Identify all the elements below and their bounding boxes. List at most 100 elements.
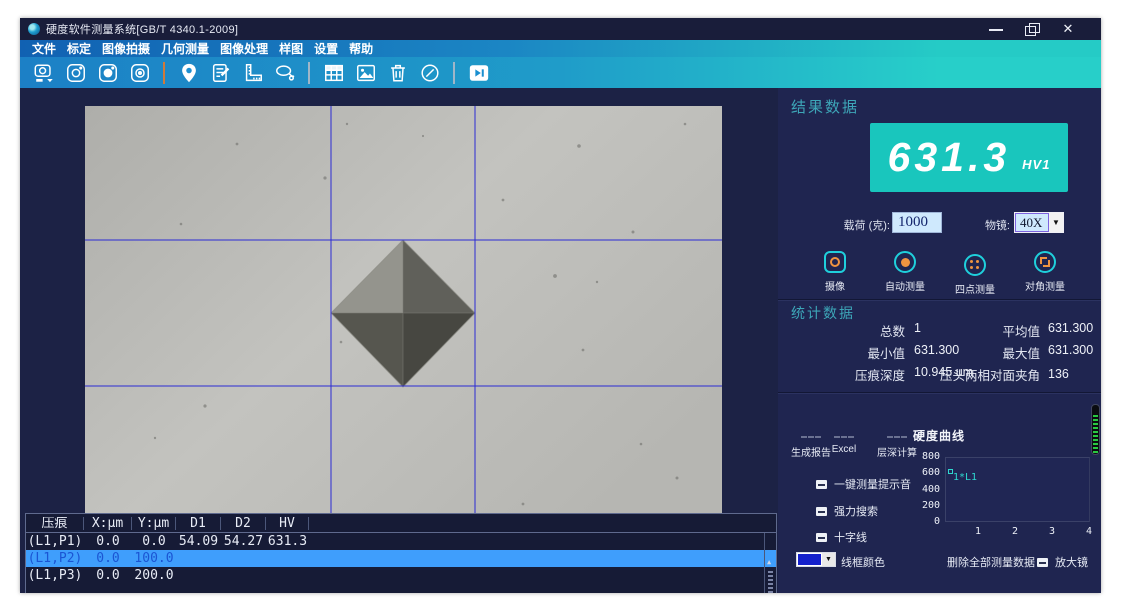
auto-measure-icon <box>894 251 916 273</box>
toolbar-separator <box>453 62 455 84</box>
measure-beep-checkbox[interactable]: 一键测量提示音 <box>816 476 911 492</box>
level-meter-slider[interactable] <box>1091 404 1100 455</box>
table-row[interactable]: (L1,P3) 0.0 200.0 <box>26 567 776 584</box>
app-window: 硬度软件测量系统[GB/T 4340.1-2009] ✕ 文件 标定 图像拍摄 … <box>20 18 1101 593</box>
toolbar-separator <box>163 62 165 84</box>
right-panel: 结果数据 631.3 HV1 载荷 (克): 物镜: 40X ▼ 摄像 自动测量… <box>778 88 1101 593</box>
auto-measure-button[interactable]: 自动测量 <box>870 250 940 293</box>
objective-select[interactable]: 40X ▼ <box>1014 212 1064 233</box>
x-tick: 4 <box>1086 526 1092 537</box>
table-row-selected[interactable]: (L1,P2) 0.0 100.0 <box>26 550 776 567</box>
stat-label: 最大值 <box>960 343 1040 362</box>
delete-all-data-button[interactable]: 删除全部测量数据 <box>947 554 1035 570</box>
checkbox-icon <box>816 507 827 516</box>
app-logo-icon <box>28 23 40 35</box>
menu-calibration[interactable]: 标定 <box>67 40 91 57</box>
hardness-result-display: 631.3 HV1 <box>870 123 1068 192</box>
result-section-title: 结果数据 <box>791 96 859 117</box>
crosshair-checkbox[interactable]: 十字线 <box>816 529 867 545</box>
lasso-select-icon[interactable] <box>271 60 298 86</box>
checkbox-icon <box>816 480 827 489</box>
col-header-d2: D2 <box>221 517 266 530</box>
four-point-measure-button[interactable]: 四点测量 <box>940 250 1010 296</box>
menu-sample[interactable]: 样图 <box>279 40 303 57</box>
section-divider <box>778 392 1101 394</box>
y-tick: 400 <box>912 484 940 495</box>
stat-value: 136 <box>1048 367 1069 381</box>
stat-value: 631.300 <box>1048 321 1093 335</box>
stat-label: 压头两相对面夹角 <box>930 365 1040 384</box>
record-off-icon[interactable] <box>416 60 443 86</box>
locate-point-icon[interactable] <box>175 60 202 86</box>
microscope-image[interactable] <box>85 106 722 528</box>
scrollbar-thumb[interactable] <box>768 571 773 593</box>
menu-file[interactable]: 文件 <box>32 40 56 57</box>
close-button[interactable]: ✕ <box>1061 23 1075 35</box>
capture-eye-icon[interactable] <box>126 60 153 86</box>
chevron-down-icon[interactable]: ▼ <box>1049 213 1063 232</box>
menu-image-processing[interactable]: 图像处理 <box>220 40 268 57</box>
menu-bar: 文件 标定 图像拍摄 几何测量 图像处理 样图 设置 帮助 <box>20 40 1101 57</box>
measure-ruler-icon[interactable] <box>239 60 266 86</box>
y-tick: 600 <box>912 467 940 478</box>
stat-label: 平均值 <box>960 321 1040 340</box>
data-table-icon[interactable] <box>320 60 347 86</box>
capture-target-icon[interactable] <box>94 60 121 86</box>
stat-label: 最小值 <box>825 343 905 362</box>
x-tick: 2 <box>1012 526 1018 537</box>
menu-help[interactable]: 帮助 <box>349 40 373 57</box>
stat-label: 压痕深度 <box>795 365 905 384</box>
window-title: 硬度软件测量系统[GB/T 4340.1-2009] <box>46 21 238 37</box>
line-color-select[interactable]: ▼ <box>796 552 836 567</box>
y-tick: 0 <box>912 516 940 527</box>
toolbar <box>20 57 1101 88</box>
col-header-d1: D1 <box>176 517 221 530</box>
toolbar-separator <box>308 62 310 84</box>
minimize-button[interactable] <box>989 23 1003 35</box>
table-row[interactable]: (L1,P1) 0.0 0.0 54.09 54.27 631.3 <box>26 533 776 550</box>
menu-geometry-measure[interactable]: 几何测量 <box>161 40 209 57</box>
delete-trash-icon[interactable] <box>384 60 411 86</box>
load-input[interactable] <box>892 212 942 233</box>
x-tick: 1 <box>975 526 981 537</box>
stats-section-title: 统计数据 <box>791 303 855 323</box>
col-header-x: X:μm <box>84 517 132 530</box>
diagonal-measure-button[interactable]: 对角测量 <box>1010 250 1080 293</box>
level-meter-fill <box>1093 415 1098 453</box>
maximize-button[interactable] <box>1025 23 1039 35</box>
table-header-row: 压痕 X:μm Y:μm D1 D2 HV <box>26 514 776 533</box>
measurement-table: 压痕 X:μm Y:μm D1 D2 HV (L1,P1) 0.0 0.0 54… <box>25 513 777 593</box>
col-header-y: Y:μm <box>132 517 176 530</box>
line-color-label: 线框颜色 <box>841 554 885 570</box>
data-point-label: 1*L1 <box>953 472 977 483</box>
chart-title: 硬度曲线 <box>913 427 965 444</box>
title-bar: 硬度软件测量系统[GB/T 4340.1-2009] ✕ <box>20 18 1101 40</box>
camera-source-icon[interactable] <box>30 60 57 86</box>
hardness-curve-plot: 1*L1 <box>945 457 1090 522</box>
menu-settings[interactable]: 设置 <box>314 40 338 57</box>
hardness-unit: HV1 <box>1022 157 1050 172</box>
edit-note-icon[interactable] <box>207 60 234 86</box>
table-scrollbar[interactable]: ▲ <box>764 533 776 593</box>
stat-label: 总数 <box>825 321 905 340</box>
section-divider <box>778 299 1101 301</box>
hardness-value: 631.3 <box>888 134 1011 181</box>
chevron-down-icon[interactable]: ▼ <box>822 553 835 566</box>
stat-value: 631.300 <box>1048 343 1093 357</box>
menu-image-capture[interactable]: 图像拍摄 <box>102 40 150 57</box>
objective-label: 物镜: <box>974 217 1010 233</box>
image-gallery-icon[interactable] <box>352 60 379 86</box>
col-header-hv: HV <box>266 517 309 530</box>
objective-value: 40X <box>1015 213 1049 232</box>
next-step-icon[interactable] <box>465 60 492 86</box>
strong-search-checkbox[interactable]: 强力搜索 <box>816 503 878 519</box>
camera-button[interactable]: 摄像 <box>800 250 870 293</box>
capture-frame-icon[interactable] <box>62 60 89 86</box>
magnifier-checkbox[interactable]: 放大镜 <box>1037 554 1088 570</box>
diagonal-corners-icon <box>1034 251 1056 273</box>
x-tick: 3 <box>1049 526 1055 537</box>
load-label: 载荷 (克): <box>818 217 890 233</box>
y-tick: 200 <box>912 500 940 511</box>
scroll-up-icon[interactable]: ▲ <box>767 559 774 565</box>
excel-export-button[interactable]: Excel <box>822 444 866 455</box>
